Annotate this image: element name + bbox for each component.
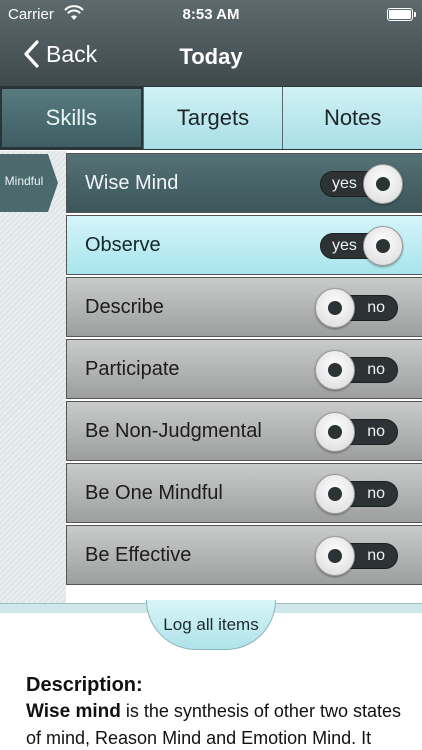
battery-icon: [387, 8, 416, 21]
skill-label: Describe: [85, 296, 164, 318]
list-item-observe[interactable]: Observe yes: [66, 215, 422, 275]
list-item-be-one-mindful[interactable]: Be One Mindful no: [66, 463, 422, 523]
toggle-switch[interactable]: no: [315, 474, 398, 514]
skill-label: Observe: [85, 234, 161, 256]
toggle-text: no: [367, 547, 385, 564]
toggle-text: yes: [332, 237, 357, 254]
toggle-knob-icon: [315, 536, 355, 576]
toggle-text: no: [367, 299, 385, 316]
skill-label: Be Non-Judgmental: [85, 420, 262, 442]
toggle-text: no: [367, 485, 385, 502]
category-strip: [0, 151, 66, 603]
segmented-tabs: Skills Targets Notes: [0, 86, 422, 150]
tab-skills[interactable]: Skills: [0, 87, 143, 149]
toggle-knob-icon: [363, 164, 403, 204]
toggle-switch[interactable]: no: [315, 536, 398, 576]
list-item-be-effective[interactable]: Be Effective no: [66, 525, 422, 585]
skill-label: Participate: [85, 358, 180, 380]
toggle-knob-icon: [363, 226, 403, 266]
toggle-switch[interactable]: no: [315, 412, 398, 452]
toggle-text: yes: [332, 175, 357, 192]
toggle-switch[interactable]: no: [315, 288, 398, 328]
toggle-switch[interactable]: no: [315, 350, 398, 390]
description-term: Wise mind: [26, 701, 121, 722]
skill-label: Be Effective: [85, 544, 192, 566]
toggle-knob-icon: [315, 474, 355, 514]
navigation-bar: Back Today: [0, 30, 422, 86]
list-item-wise-mind[interactable]: Wise Mind yes: [66, 153, 422, 213]
description-text: Description: Wise mind is the synthesis …: [26, 672, 406, 750]
toggle-text: no: [367, 361, 385, 378]
category-tag-label: Mindful: [4, 174, 44, 188]
tab-targets[interactable]: Targets: [142, 87, 283, 149]
status-bar: Carrier 8:53 AM: [0, 0, 422, 30]
list-item-be-non-judgmental[interactable]: Be Non-Judgmental no: [66, 401, 422, 461]
list-item-participate[interactable]: Participate no: [66, 339, 422, 399]
category-tag-mindful[interactable]: Mindful: [0, 154, 58, 212]
toggle-knob-icon: [315, 350, 355, 390]
toggle-switch[interactable]: yes: [320, 226, 403, 266]
skill-label: Wise Mind: [85, 172, 179, 194]
skill-label: Be One Mindful: [85, 482, 223, 504]
log-all-label: Log all items: [163, 614, 259, 634]
toggle-knob-icon: [315, 288, 355, 328]
page-title: Today: [179, 44, 243, 69]
list-item-describe[interactable]: Describe no: [66, 277, 422, 337]
toggle-switch[interactable]: yes: [320, 164, 403, 204]
tab-notes[interactable]: Notes: [282, 87, 422, 149]
status-time: 8:53 AM: [182, 6, 240, 23]
top-bar: Carrier 8:53 AM Back Today: [0, 0, 422, 86]
description-heading: Description:: [26, 674, 143, 696]
toggle-text: no: [367, 423, 385, 440]
toggle-knob-icon: [315, 412, 355, 452]
